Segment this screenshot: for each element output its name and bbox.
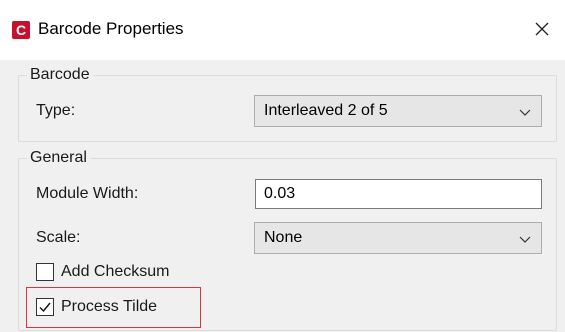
type-label: Type: (36, 102, 76, 119)
barcode-properties-dialog: C Barcode Properties Barcode Type: Inter… (0, 0, 565, 332)
module-width-field[interactable] (255, 179, 542, 209)
process-tilde-checkbox[interactable] (36, 298, 54, 316)
general-group-legend: General (30, 149, 87, 166)
checkmark-icon (39, 302, 51, 313)
type-dropdown[interactable]: Interleaved 2 of 5 (254, 95, 542, 127)
dialog-content: Barcode Type: Interleaved 2 of 5 General… (0, 60, 565, 332)
scale-label: Scale: (36, 229, 81, 246)
chevron-down-icon (519, 109, 531, 116)
add-checksum-label: Add Checksum (61, 263, 170, 280)
title-bar: C Barcode Properties (0, 0, 565, 60)
process-tilde-row[interactable]: Process Tilde (36, 298, 157, 316)
module-width-input[interactable] (256, 180, 541, 208)
chevron-down-icon (519, 236, 531, 243)
scale-dropdown[interactable]: None (254, 222, 542, 254)
barcode-group-legend: Barcode (30, 66, 90, 83)
close-button[interactable] (528, 15, 556, 43)
scale-dropdown-value: None (264, 229, 303, 246)
process-tilde-label: Process Tilde (61, 298, 158, 315)
module-width-label: Module Width: (36, 185, 139, 202)
app-logo-icon: C (12, 21, 30, 39)
dialog-title: Barcode Properties (38, 19, 184, 38)
add-checksum-row[interactable]: Add Checksum (36, 263, 170, 281)
close-icon (535, 22, 549, 36)
add-checksum-checkbox[interactable] (36, 263, 54, 281)
type-dropdown-value: Interleaved 2 of 5 (264, 102, 388, 119)
